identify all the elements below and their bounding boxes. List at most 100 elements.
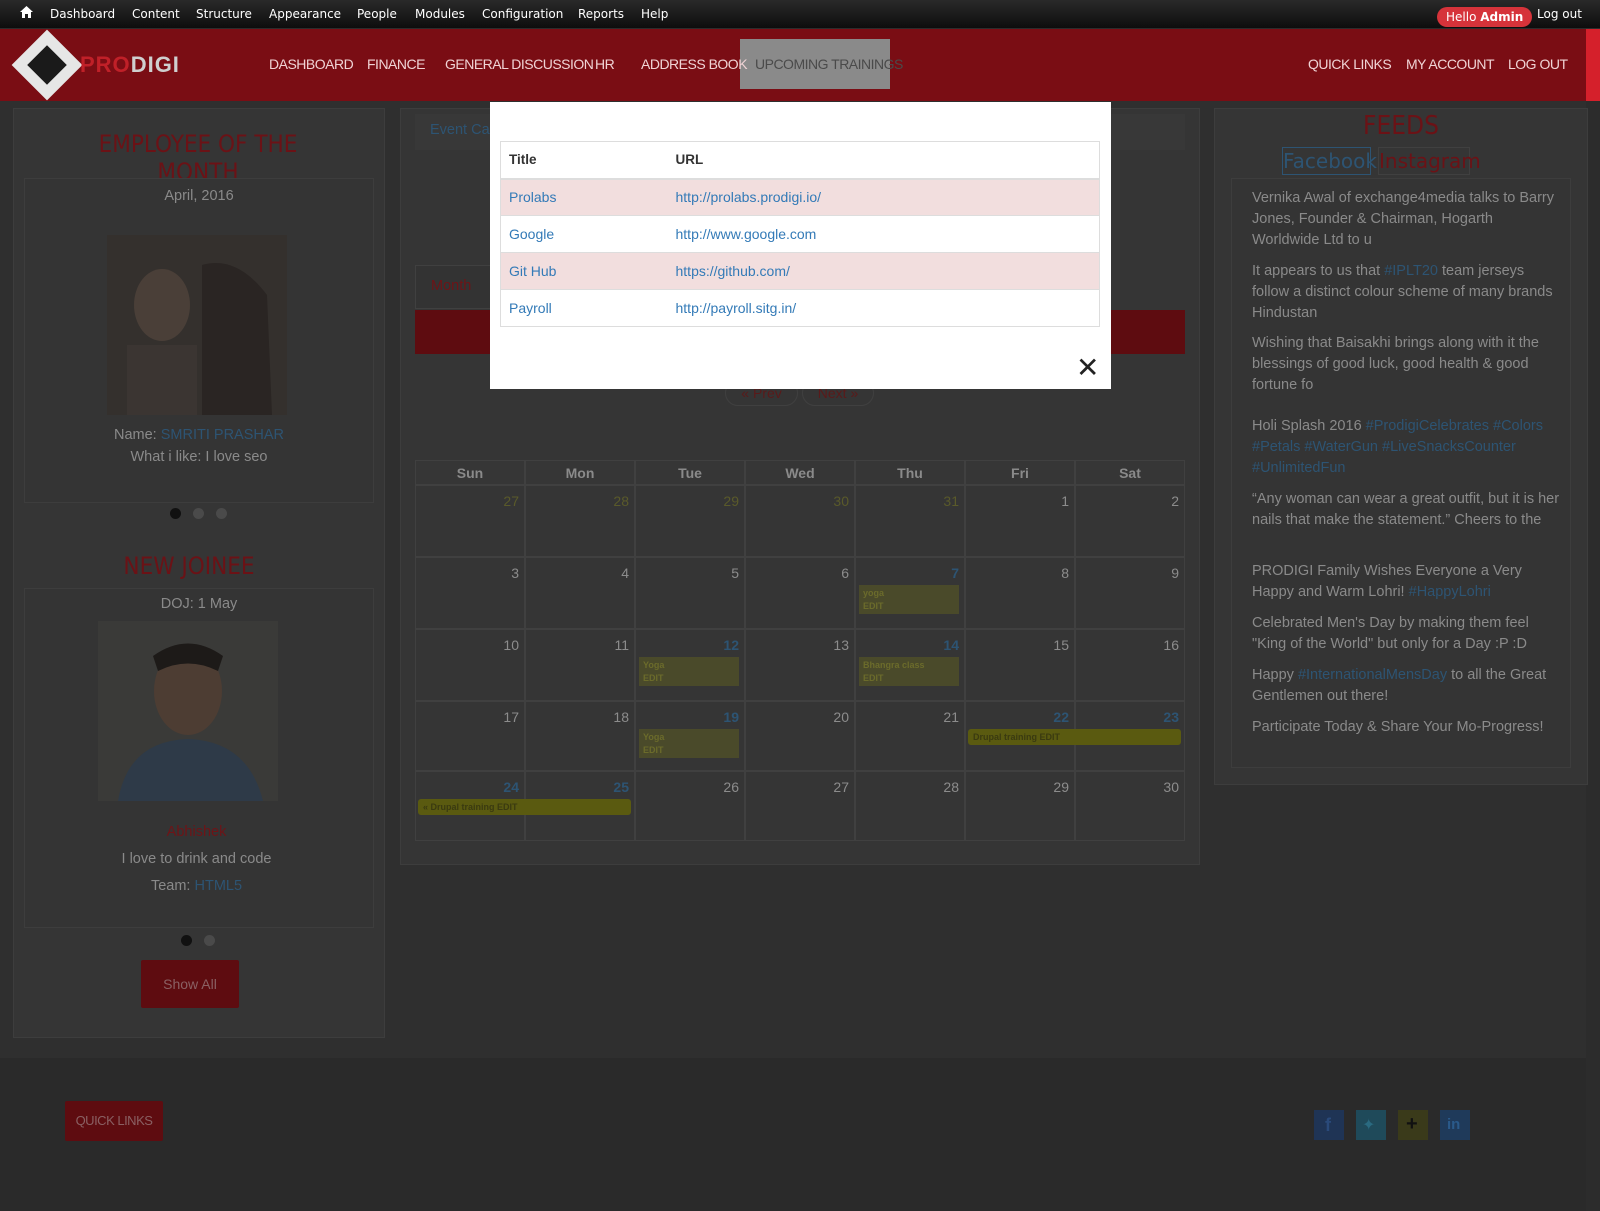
calendar-day-number: 31 [943, 493, 959, 509]
home-icon[interactable] [20, 6, 33, 21]
calendar-day-number: 14 [943, 637, 959, 653]
calendar-day-cell[interactable]: 10 [415, 629, 525, 701]
calendar-day-cell[interactable]: 28 [525, 485, 635, 557]
calendar-event[interactable]: Bhangra class EDIT [859, 657, 959, 686]
admin-menu-structure[interactable]: Structure [196, 7, 252, 21]
calendar-day-cell[interactable]: 9 [1075, 557, 1185, 629]
feed-6-hashtag[interactable]: #HappyLohri [1409, 584, 1491, 600]
calendar-day-cell[interactable]: 17 [415, 701, 525, 771]
link-url-cell[interactable]: http://www.google.com [667, 215, 1100, 253]
admin-menu-content[interactable]: Content [132, 7, 180, 21]
admin-menu-configuration[interactable]: Configuration [482, 7, 563, 21]
calendar-day-cell[interactable]: 2 [1075, 485, 1185, 557]
feed-2-hashtag[interactable]: #IPLT20 [1384, 263, 1438, 279]
calendar-multiday-event[interactable]: « Drupal training EDIT [418, 799, 631, 815]
close-icon[interactable]: ✕ [1076, 354, 1099, 382]
calendar-day-cell[interactable]: 13 [745, 629, 855, 701]
calendar-day-cell[interactable]: 21 [855, 701, 965, 771]
facebook-icon[interactable]: f [1314, 1110, 1344, 1140]
admin-menu-reports[interactable]: Reports [578, 7, 624, 21]
linkedin-icon[interactable]: in [1440, 1110, 1470, 1140]
calendar-day-number: 27 [503, 493, 519, 509]
nav-general-discussion[interactable]: GENERAL DISCUSSION [445, 56, 594, 72]
carousel-dot-2[interactable] [193, 508, 204, 519]
calendar-day-cell[interactable]: 1 [965, 485, 1075, 557]
site-logo-text[interactable]: PRODIGI [80, 52, 180, 78]
nav-log-out[interactable]: LOG OUT [1508, 56, 1568, 72]
calendar-day-cell[interactable]: 27 [745, 771, 855, 841]
link-url-cell[interactable]: https://github.com/ [667, 252, 1100, 290]
calendar-day-cell[interactable]: 20 [745, 701, 855, 771]
calendar-day-cell[interactable]: 30 [1075, 771, 1185, 841]
calendar-day-number: 9 [1171, 565, 1179, 581]
column-header-url: URL [667, 141, 1100, 180]
calendar-day-cell[interactable]: 29 [635, 485, 745, 557]
calendar-event[interactable]: yoga EDIT [859, 585, 959, 614]
month-tab[interactable]: Month [415, 265, 495, 309]
employee-name-link[interactable]: SMRITI PRASHAR [161, 427, 284, 443]
nav-upcoming-trainings[interactable]: UPCOMING TRAININGS [755, 56, 903, 72]
calendar-day-cell[interactable]: 28 [855, 771, 965, 841]
admin-menu-help[interactable]: Help [641, 7, 668, 21]
calendar-day-cell[interactable]: 11 [525, 629, 635, 701]
hello-user-badge[interactable]: Hello Admin [1437, 7, 1533, 27]
calendar-day-cell[interactable]: 4 [525, 557, 635, 629]
calendar-day-cell[interactable]: 6 [745, 557, 855, 629]
calendar-event-edit[interactable]: EDIT [643, 744, 739, 757]
event-calendar-tab[interactable]: Event Ca [430, 122, 490, 138]
joinee-team-link[interactable]: HTML5 [194, 878, 242, 894]
calendar-event-title: Yoga [643, 660, 665, 670]
calendar-day-cell[interactable]: 26 [635, 771, 745, 841]
calendar-day-cell[interactable]: 5 [635, 557, 745, 629]
nav-my-account[interactable]: MY ACCOUNT [1406, 56, 1495, 72]
carousel-dot-3[interactable] [216, 508, 227, 519]
link-url-cell[interactable]: http://payroll.sitg.in/ [667, 289, 1100, 327]
calendar-event-edit[interactable]: EDIT [863, 672, 959, 685]
calendar-day-cell[interactable]: 8 [965, 557, 1075, 629]
feeds-tab-instagram[interactable]: Instagram [1378, 147, 1481, 175]
admin-menu-dashboard[interactable]: Dashboard [50, 7, 115, 21]
cal-day-wed: Wed [745, 460, 855, 485]
link-title-cell[interactable]: Payroll [500, 289, 668, 327]
admin-logout-link[interactable]: Log out [1537, 7, 1582, 21]
link-title-cell[interactable]: Git Hub [500, 252, 668, 290]
joinee-likes: I love to drink and code [121, 851, 272, 867]
calendar-day-cell[interactable]: 15 [965, 629, 1075, 701]
calendar-day-number: 10 [503, 637, 519, 653]
calendar-event-edit[interactable]: EDIT [863, 600, 959, 613]
calendar-event-edit[interactable]: EDIT [643, 672, 739, 685]
show-all-button[interactable]: Show All [141, 960, 239, 1008]
calendar-day-number: 21 [943, 709, 959, 725]
link-title-cell[interactable]: Google [500, 215, 668, 253]
footer-quick-links-button[interactable]: QUICK LINKS [65, 1101, 163, 1141]
admin-menu-appearance[interactable]: Appearance [269, 7, 341, 21]
calendar-event[interactable]: Yoga EDIT [639, 729, 739, 758]
twitter-icon[interactable]: ✦ [1356, 1110, 1386, 1140]
nav-finance[interactable]: FINANCE [367, 56, 425, 72]
calendar-day-cell[interactable]: 27 [415, 485, 525, 557]
calendar-day-cell[interactable]: 18 [525, 701, 635, 771]
calendar-day-number: 4 [621, 565, 629, 581]
link-url-cell[interactable]: http://prolabs.prodigi.io/ [667, 178, 1100, 216]
calendar-day-cell[interactable]: 29 [965, 771, 1075, 841]
employee-likes: What i like: I love seo [130, 449, 268, 465]
carousel-dot-1[interactable] [170, 508, 181, 519]
admin-menu-modules[interactable]: Modules [415, 7, 465, 21]
joinee-carousel-dot-1[interactable] [181, 935, 192, 946]
nav-address-book[interactable]: ADDRESS BOOK [641, 56, 748, 72]
calendar-day-cell[interactable]: 31 [855, 485, 965, 557]
link-title-cell[interactable]: Prolabs [500, 178, 668, 216]
feed-8-hashtag[interactable]: #InternationalMensDay [1298, 667, 1447, 683]
feeds-tab-facebook[interactable]: Facebook [1282, 147, 1377, 175]
admin-menu-people[interactable]: People [357, 7, 397, 21]
nav-dashboard[interactable]: DASHBOARD [269, 56, 354, 72]
calendar-day-cell[interactable]: 3 [415, 557, 525, 629]
calendar-multiday-event[interactable]: Drupal training EDIT [968, 729, 1181, 745]
google-plus-icon[interactable]: + [1398, 1110, 1428, 1140]
nav-hr[interactable]: HR [595, 56, 615, 72]
nav-quick-links[interactable]: QUICK LINKS [1308, 56, 1392, 72]
joinee-carousel-dot-2[interactable] [204, 935, 215, 946]
calendar-event[interactable]: Yoga EDIT [639, 657, 739, 686]
calendar-day-cell[interactable]: 30 [745, 485, 855, 557]
calendar-day-cell[interactable]: 16 [1075, 629, 1185, 701]
